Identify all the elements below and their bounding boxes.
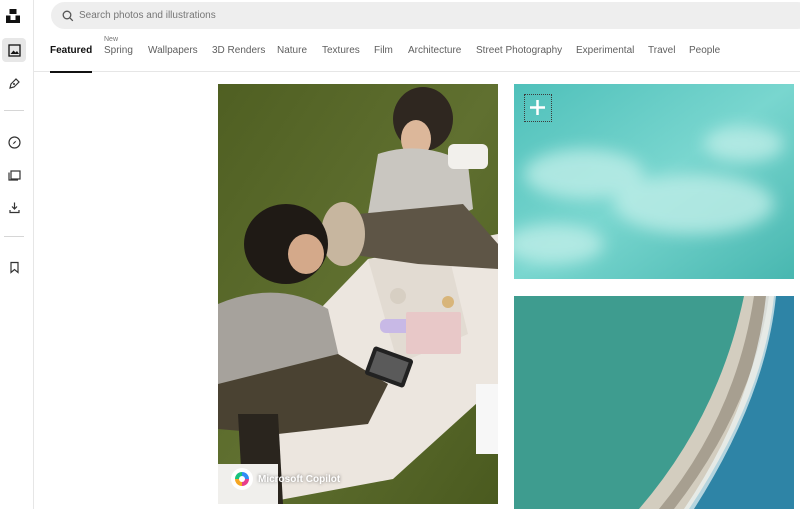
- photos-nav-button[interactable]: [2, 38, 26, 62]
- downloads-nav-button[interactable]: [2, 195, 26, 219]
- tab-label: 3D Renders: [212, 45, 266, 56]
- tab-label: People: [689, 45, 721, 56]
- tab-people[interactable]: People: [689, 45, 720, 56]
- sponsor-badge[interactable]: Microsoft Copilot: [231, 468, 340, 490]
- tab-label: Architecture: [408, 45, 462, 56]
- tab-label: Experimental: [576, 45, 635, 56]
- unsplash-logo-icon[interactable]: [5, 8, 21, 24]
- tab-street-photography[interactable]: Street Photography: [476, 45, 562, 56]
- copilot-logo-icon: [231, 468, 253, 490]
- tab-label: Featured: [50, 45, 93, 56]
- photo-teal-texture[interactable]: [514, 84, 794, 279]
- rail-divider: [4, 236, 24, 237]
- pen-icon: [8, 77, 20, 89]
- download-icon: [8, 202, 20, 213]
- tab-textures[interactable]: Textures: [322, 45, 360, 56]
- collections-nav-button[interactable]: [2, 162, 26, 186]
- rail-divider: [4, 110, 24, 111]
- tab-featured[interactable]: Featured: [50, 45, 93, 73]
- explore-nav-button[interactable]: [2, 130, 26, 154]
- search-input[interactable]: [79, 10, 479, 21]
- tab-architecture[interactable]: Architecture: [408, 45, 461, 56]
- tab-label: Spring: [104, 45, 133, 56]
- tab-experimental[interactable]: Experimental: [576, 45, 634, 56]
- photo-icon: [7, 43, 21, 57]
- photo-breakwater[interactable]: [514, 296, 794, 509]
- illustrations-nav-button[interactable]: [2, 71, 26, 95]
- tab-spring[interactable]: New Spring: [104, 36, 133, 56]
- tab-travel[interactable]: Travel: [648, 45, 675, 56]
- tab-label: Wallpapers: [148, 45, 198, 56]
- search-icon[interactable]: [61, 9, 75, 23]
- bookmarks-nav-button[interactable]: [2, 255, 26, 279]
- tab-label: Nature: [277, 45, 308, 56]
- tab-wallpapers[interactable]: Wallpapers: [148, 45, 198, 56]
- photo-sponsored-picnic[interactable]: Microsoft Copilot: [218, 84, 498, 504]
- tab-film[interactable]: Film: [374, 45, 393, 56]
- tab-label: Travel: [648, 45, 676, 56]
- left-rail: [0, 0, 34, 509]
- new-badge: New: [104, 36, 119, 43]
- bookmark-icon: [9, 261, 19, 274]
- tab-nature[interactable]: Nature: [277, 45, 307, 56]
- tab-label: Street Photography: [476, 45, 563, 56]
- compass-icon: [7, 135, 21, 149]
- topic-tabs: Featured New Spring Wallpapers 3D Renders…: [34, 34, 800, 73]
- search-bar[interactable]: [51, 2, 800, 29]
- tab-3d-renders[interactable]: 3D Renders: [212, 45, 265, 56]
- tab-label: Film: [374, 45, 393, 56]
- tab-label: Textures: [322, 45, 360, 56]
- collections-icon: [7, 169, 21, 181]
- sponsor-name: Microsoft Copilot: [258, 473, 341, 485]
- plus-logo-icon[interactable]: [524, 94, 552, 122]
